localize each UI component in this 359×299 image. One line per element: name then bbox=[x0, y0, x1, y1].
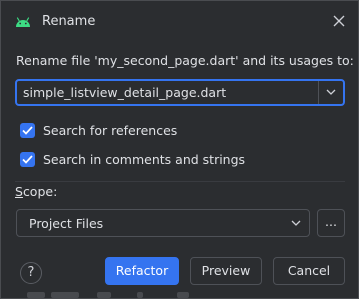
scope-label: Scope: bbox=[15, 184, 58, 199]
checkbox-checked-icon bbox=[20, 152, 35, 167]
rename-prompt: Rename file 'my_second_page.dart' and it… bbox=[16, 53, 354, 68]
android-icon bbox=[15, 14, 31, 28]
chevron-down-icon bbox=[326, 89, 336, 95]
search-comments-label: Search in comments and strings bbox=[43, 152, 246, 167]
close-button[interactable] bbox=[331, 13, 347, 29]
scope-browse-button[interactable]: ... bbox=[317, 209, 345, 237]
scope-select[interactable]: Project Files bbox=[16, 209, 310, 237]
title-bar: Rename bbox=[1, 1, 358, 43]
search-references-label: Search for references bbox=[43, 123, 178, 138]
dialog-title: Rename bbox=[42, 14, 96, 29]
new-name-input[interactable] bbox=[17, 81, 317, 104]
preview-button[interactable]: Preview bbox=[190, 257, 262, 285]
background-editor-strip bbox=[1, 289, 358, 298]
scope-divider bbox=[15, 181, 345, 182]
new-name-combobox bbox=[15, 79, 345, 106]
scope-value: Project Files bbox=[29, 216, 104, 231]
cancel-button[interactable]: Cancel bbox=[273, 257, 345, 285]
chevron-down-icon bbox=[291, 220, 301, 226]
name-history-dropdown-button[interactable] bbox=[319, 81, 343, 104]
close-icon bbox=[333, 15, 345, 27]
help-button[interactable]: ? bbox=[20, 262, 42, 284]
refactor-button[interactable]: Refactor bbox=[105, 257, 179, 285]
checkbox-checked-icon bbox=[20, 123, 35, 138]
rename-dialog: Rename Rename file 'my_second_page.dart'… bbox=[0, 0, 359, 299]
